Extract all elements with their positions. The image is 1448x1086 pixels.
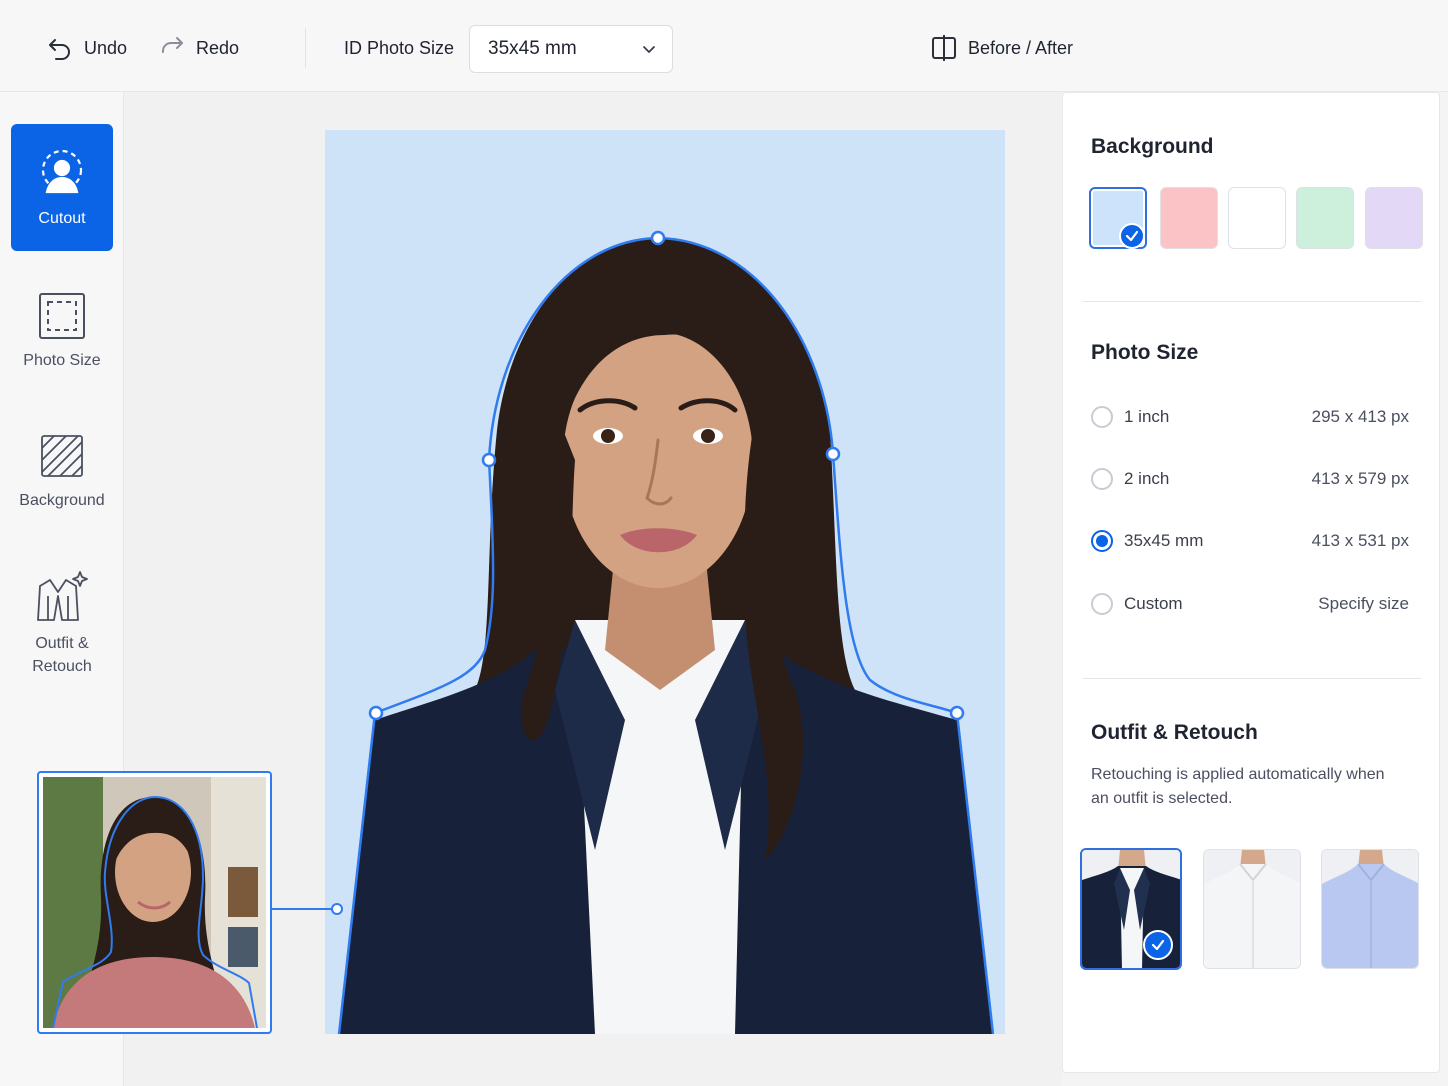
- settings-panel: Background Photo Size 1 inch 295 x 413 p…: [1062, 92, 1440, 1073]
- size-option-2-inch[interactable]: 2 inch 413 x 579 px: [1091, 464, 1409, 494]
- swatch-green[interactable]: [1296, 187, 1354, 249]
- size-option-label: 2 inch: [1124, 469, 1170, 488]
- crop-frame-icon: [39, 293, 85, 339]
- person-cutout-icon: [41, 149, 83, 194]
- size-option-px: Specify size: [1318, 594, 1409, 613]
- radio-button[interactable]: [1091, 593, 1113, 615]
- thumbnail-connector: [272, 908, 338, 910]
- undo-icon: [49, 39, 70, 60]
- outfit-light-blue-shirt[interactable]: [1321, 849, 1419, 969]
- original-portrait-illustration: [43, 777, 266, 1028]
- toolbar-divider: [305, 28, 306, 68]
- check-icon: [1143, 930, 1173, 960]
- section-divider: [1083, 301, 1421, 302]
- size-option-px: 413 x 531 px: [1311, 531, 1409, 550]
- outfit-section-title: Outfit & Retouch: [1091, 721, 1258, 744]
- tool-outfit-label-line2: Retouch: [32, 658, 92, 675]
- undo-button[interactable]: Undo: [46, 30, 127, 66]
- redo-icon: [162, 37, 183, 53]
- tool-outfit-retouch-label: Outfit & Retouch: [11, 632, 113, 678]
- chevron-down-icon: [643, 46, 655, 53]
- radio-button[interactable]: [1091, 406, 1113, 428]
- outfit-dark-blazer[interactable]: [1080, 848, 1182, 970]
- photo-size-select[interactable]: 35x45 mm: [469, 25, 673, 73]
- compare-icon: [932, 35, 956, 61]
- outfit-white-shirt[interactable]: [1203, 849, 1301, 969]
- check-icon: [1119, 223, 1145, 249]
- swatch-pink[interactable]: [1160, 187, 1218, 249]
- redo-button[interactable]: Redo: [158, 30, 239, 66]
- tool-cutout-label: Cutout: [38, 210, 86, 227]
- radio-button[interactable]: [1091, 468, 1113, 490]
- outline-handle[interactable]: [650, 230, 666, 246]
- outline-handle[interactable]: [368, 705, 384, 721]
- tool-background[interactable]: Background: [11, 434, 113, 534]
- size-option-label: Custom: [1124, 594, 1183, 613]
- connector-handle[interactable]: [331, 903, 343, 915]
- outline-handle[interactable]: [481, 452, 497, 468]
- outline-handle[interactable]: [825, 446, 841, 462]
- radio-button-selected[interactable]: [1091, 530, 1113, 552]
- swatch-blue[interactable]: [1089, 187, 1147, 249]
- white-shirt-image: [1204, 850, 1300, 968]
- outline-handle[interactable]: [949, 705, 965, 721]
- swatch-white[interactable]: [1228, 187, 1286, 249]
- jacket-sparkle-icon: [37, 571, 88, 621]
- undo-label: Undo: [84, 37, 128, 58]
- size-option-px: 413 x 579 px: [1311, 469, 1409, 488]
- hatched-square-icon: [41, 435, 83, 477]
- original-photo-thumbnail[interactable]: [37, 771, 272, 1034]
- size-option-custom[interactable]: Custom Specify size: [1091, 589, 1409, 619]
- redo-label: Redo: [196, 37, 240, 58]
- outfit-description: Retouching is applied automatically when…: [1091, 766, 1385, 807]
- id-photo-preview[interactable]: [325, 130, 1005, 1034]
- size-option-1-inch[interactable]: 1 inch 295 x 413 px: [1091, 402, 1409, 432]
- tool-background-label: Background: [19, 492, 105, 509]
- photo-size-select-value: 35x45 mm: [488, 38, 577, 59]
- before-after-label: Before / After: [968, 37, 1074, 58]
- tool-photo-size-label: Photo Size: [23, 352, 101, 369]
- size-option-label: 1 inch: [1124, 407, 1170, 426]
- photo-size-section-title: Photo Size: [1091, 341, 1199, 364]
- section-divider: [1083, 678, 1421, 679]
- size-option-px: 295 x 413 px: [1311, 407, 1409, 426]
- tool-cutout[interactable]: Cutout: [11, 124, 113, 251]
- size-option-label: 35x45 mm: [1124, 531, 1204, 550]
- tool-outfit-label-line1: Outfit &: [35, 635, 89, 652]
- light-blue-shirt-image: [1322, 850, 1418, 968]
- before-after-button[interactable]: Before / After: [930, 30, 1073, 66]
- tool-outfit-retouch[interactable]: Outfit & Retouch: [11, 570, 113, 682]
- top-toolbar: Undo Redo ID Photo Size 35x45 mm Before …: [0, 0, 1448, 92]
- size-option-35x45-mm[interactable]: 35x45 mm 413 x 531 px: [1091, 526, 1409, 556]
- tool-photo-size[interactable]: Photo Size: [11, 292, 113, 392]
- portrait-illustration: [337, 230, 995, 1034]
- swatch-lavender[interactable]: [1365, 187, 1423, 249]
- background-section-title: Background: [1091, 135, 1214, 158]
- id-photo-size-label: ID Photo Size: [344, 38, 455, 58]
